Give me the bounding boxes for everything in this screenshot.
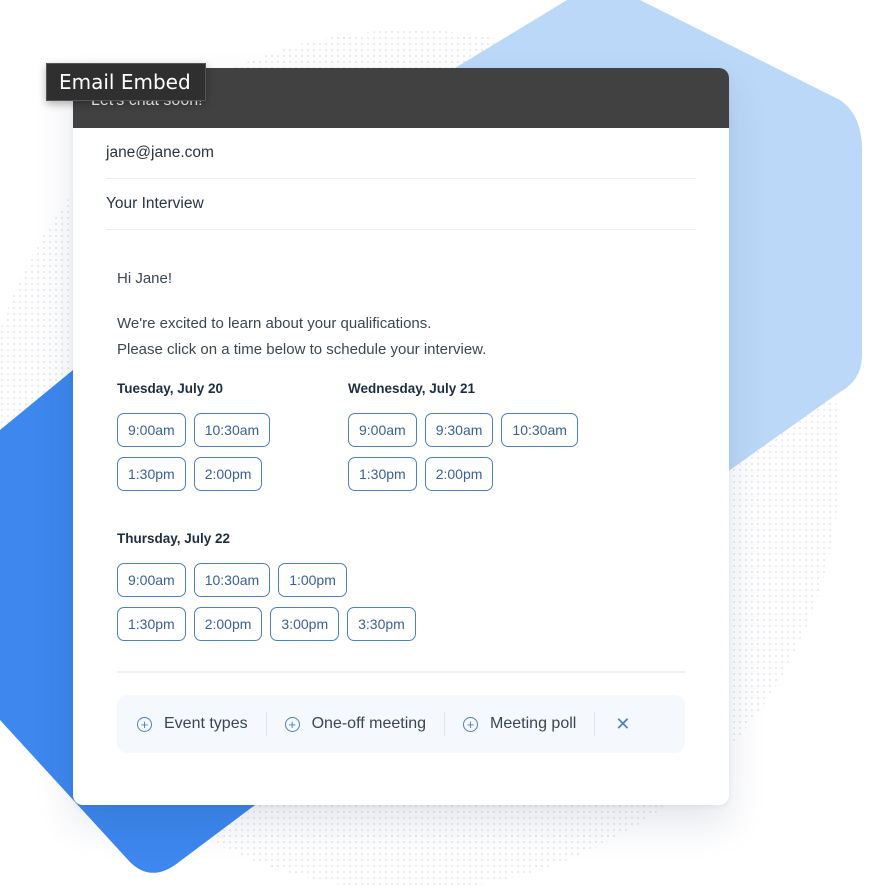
time-slot[interactable]: 1:30pm <box>117 457 186 491</box>
time-slot[interactable]: 1:30pm <box>117 607 186 641</box>
separator <box>265 712 267 736</box>
time-slot[interactable]: 9:00am <box>348 413 417 447</box>
day-wednesday: Wednesday, July 21 9:00am 9:30am 10:30am… <box>348 381 579 501</box>
days-row: Tuesday, July 20 9:00am 10:30am 1:30pm 2… <box>117 381 685 501</box>
divider <box>117 671 685 673</box>
time-slot[interactable]: 1:30pm <box>348 457 417 491</box>
event-types-button[interactable]: + Event types <box>137 715 248 733</box>
time-slot[interactable]: 3:00pm <box>270 607 340 641</box>
day-title: Wednesday, July 21 <box>348 381 476 396</box>
tooltip: Email Embed <box>46 63 206 101</box>
plus-circle-icon: + <box>463 716 479 732</box>
plus-circle-icon: + <box>137 716 152 732</box>
day-thursday: Thursday, July 22 9:00am 10:30am 1:00pm … <box>117 531 685 651</box>
one-off-meeting-button[interactable]: + One-off meeting <box>284 715 427 733</box>
time-slot[interactable]: 1:00pm <box>278 563 347 597</box>
body-line-1: We're excited to learn about your qualif… <box>117 315 432 332</box>
subject-value: Your Interview <box>106 195 204 212</box>
body-text: We're excited to learn about your qualif… <box>117 311 685 363</box>
time-slot[interactable]: 2:00pm <box>193 607 263 641</box>
to-value: jane@jane.com <box>106 144 214 161</box>
time-slot[interactable]: 9:00am <box>117 563 186 597</box>
subject-field[interactable]: Your Interview <box>106 179 696 230</box>
one-off-meeting-label: One-off meeting <box>311 715 427 732</box>
day-tuesday: Tuesday, July 20 9:00am 10:30am 1:30pm 2… <box>117 381 348 501</box>
time-slot[interactable]: 10:30am <box>193 563 271 597</box>
close-icon[interactable]: ✕ <box>615 714 630 735</box>
separator <box>444 712 446 736</box>
meeting-poll-label: Meeting poll <box>490 715 577 732</box>
time-slot[interactable]: 9:00am <box>117 413 186 447</box>
time-slot[interactable]: 2:00pm <box>424 457 494 491</box>
email-embed-card: Let's chat soon! jane@jane.com Your Inte… <box>73 68 729 805</box>
separator <box>594 712 596 736</box>
event-types-label: Event types <box>164 715 248 732</box>
to-field[interactable]: jane@jane.com <box>106 128 696 179</box>
day-title: Tuesday, July 20 <box>117 381 224 396</box>
time-slot[interactable]: 10:30am <box>193 413 271 447</box>
time-slot[interactable]: 3:30pm <box>347 607 416 641</box>
time-slot[interactable]: 9:30am <box>424 413 494 447</box>
plus-circle-icon: + <box>284 716 300 732</box>
meeting-poll-button[interactable]: + Meeting poll <box>463 715 576 733</box>
insert-toolbar: + Event types + One-off meeting + Meetin… <box>117 695 685 753</box>
day-title: Thursday, July 22 <box>117 531 231 546</box>
greeting: Hi Jane! <box>117 270 173 287</box>
tooltip-label: Email Embed <box>59 70 191 94</box>
time-slot[interactable]: 10:30am <box>501 413 578 447</box>
time-slot[interactable]: 2:00pm <box>193 457 263 491</box>
body-line-2: Please click on a time below to schedule… <box>117 341 487 358</box>
email-body: Hi Jane! We're excited to learn about yo… <box>73 270 729 753</box>
